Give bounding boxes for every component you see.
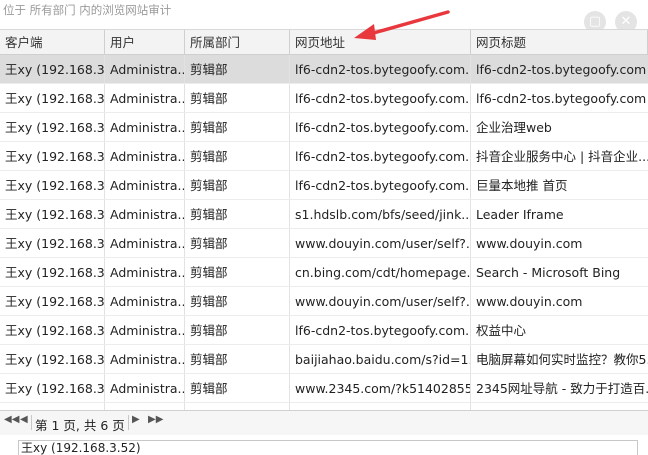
cell-client: 王xy (192.168.3... [0,258,105,286]
pagination-bar: ◀◀ ◀ 第 1 页, 共 6 页 ▶ ▶▶ [0,410,648,435]
cell-client: 王xy (192.168.3... [0,171,105,199]
annotation-arrow [354,10,450,40]
cell-url: lf6-cdn2-tos.bytegoofy.com... [290,84,471,112]
cell-title: 电脑屏幕如何实时监控？教你5... [476,352,648,367]
title-bar: 位于 所有部门 内的浏览网站审计 ▢ ✕ [0,0,648,33]
cell-url: www.2345.com/?k51402855 [290,374,471,402]
audit-table: 客户端 用户 所属部门 网页地址 网页标题 王xy (192.168.3...A… [0,29,648,411]
pager-divider [31,415,32,430]
table-row[interactable]: 王xy (192.168.3...Administra...剪辑部lf6-cdn… [0,142,648,171]
cell-url: lf6-cdn2-tos.bytegoofy.com... [290,171,471,199]
cell-client: 王xy (192.168.3... [0,84,105,112]
table-row[interactable]: 王xy (192.168.3...Administra...剪辑部lf6-cdn… [0,171,648,200]
cell-department: 剪辑部 [185,229,290,257]
cell-title: Search - Microsoft Bing [476,265,621,280]
cell-department: 剪辑部 [185,287,290,315]
cell-user: Administra... [105,374,185,402]
cell-url: www.douyin.com/user/self?... [290,229,471,257]
cell-title: Leader Iframe [476,207,564,222]
cell-title: lf6-cdn2-tos.bytegoofy.com [476,91,647,106]
cell-client: 王xy (192.168.3... [0,374,105,402]
cell-title: 巨量本地推 首页 [476,178,568,193]
next-page-icon[interactable]: ▶ [132,414,140,425]
cell-title: 抖音企业服务中心 | 抖音企业... [476,149,648,164]
cell-client: 王xy (192.168.3... [0,316,105,344]
cell-title: lf6-cdn2-tos.bytegoofy.com [476,62,647,77]
cell-client: 王xy (192.168.3... [0,229,105,257]
cell-user: Administra... [105,200,185,228]
cell-url: lf6-cdn2-tos.bytegoofy.com... [290,113,471,141]
cell-user: Administra... [105,229,185,257]
table-row[interactable]: 王xy (192.168.3...Administra...剪辑部lf6-cdn… [0,316,648,345]
table-row[interactable]: 王xy (192.168.3...Administra...剪辑部lf6-cdn… [0,84,648,113]
cell-client: 王xy (192.168.3... [0,113,105,141]
cell-client: 王xy (192.168.3... [0,55,105,83]
cell-user: Administra... [105,258,185,286]
table-row[interactable]: 王xy (192.168.3...Administra...剪辑部lf6-cdn… [0,55,648,84]
cell-department: 剪辑部 [185,55,290,83]
cell-url: www.douyin.com/user/self?... [290,287,471,315]
cell-department: 剪辑部 [185,374,290,402]
cell-user: Administra... [105,171,185,199]
cell-url: lf6-cdn2-tos.bytegoofy.com... [290,55,471,83]
column-header-user[interactable]: 用户 [105,30,185,54]
cell-department: 剪辑部 [185,316,290,344]
cell-user: Administra... [105,287,185,315]
cell-department: 剪辑部 [185,258,290,286]
first-page-icon[interactable]: ◀◀ [4,414,19,425]
table-row[interactable]: 王xy (192.168.3...Administra...剪辑部www.234… [0,374,648,403]
cell-title: 2345网址导航 - 致力于打造百... [476,381,648,396]
table-row[interactable]: 王xy (192.168.3...Administra...剪辑部s1.hdsl… [0,200,648,229]
table-row[interactable]: 王xy (192.168.3...Administra...剪辑部baijiah… [0,345,648,374]
pager-divider [128,415,129,430]
window-title: 位于 所有部门 内的浏览网站审计 [3,3,172,17]
column-header-client[interactable]: 客户端 [0,30,105,54]
cell-user: Administra... [105,142,185,170]
cell-user: Administra... [105,84,185,112]
table-row[interactable]: 王xy (192.168.3...Administra...剪辑部www.dou… [0,229,648,258]
cell-user: Administra... [105,55,185,83]
table-row[interactable]: 王xy (192.168.3...Administra...剪辑部lf6-cdn… [0,113,648,142]
cell-title: 权益中心 [476,323,527,338]
cell-title: 企业治理web [476,120,552,135]
status-field: 王xy (192.168.3.52) [18,440,638,455]
previous-page-icon[interactable]: ◀ [20,414,28,425]
cell-client: 王xy (192.168.3... [0,142,105,170]
cell-department: 剪辑部 [185,84,290,112]
cell-url: lf6-cdn2-tos.bytegoofy.com... [290,316,471,344]
table-header: 客户端 用户 所属部门 网页地址 网页标题 [0,30,648,55]
table-row[interactable]: 王xy (192.168.3...Administra...剪辑部www.dou… [0,287,648,316]
cell-client: 王xy (192.168.3... [0,200,105,228]
cell-url: cn.bing.com/cdt/homepage... [290,258,471,286]
cell-department: 剪辑部 [185,113,290,141]
page-indicator: 第 1 页, 共 6 页 [35,418,125,433]
cell-url: baijiahao.baidu.com/s?id=1... [290,345,471,373]
last-page-icon[interactable]: ▶▶ [148,414,163,425]
column-header-title[interactable]: 网页标题 [471,30,648,54]
cell-title: www.douyin.com [476,294,583,309]
cell-department: 剪辑部 [185,142,290,170]
cell-url: lf6-cdn2-tos.bytegoofy.com... [290,142,471,170]
cell-user: Administra... [105,316,185,344]
column-header-department[interactable]: 所属部门 [185,30,290,54]
cell-user: Administra... [105,345,185,373]
cell-user: Administra... [105,113,185,141]
cell-department: 剪辑部 [185,200,290,228]
cell-client: 王xy (192.168.3... [0,287,105,315]
cell-department: 剪辑部 [185,345,290,373]
cell-department: 剪辑部 [185,171,290,199]
cell-client: 王xy (192.168.3... [0,345,105,373]
table-row[interactable]: 王xy (192.168.3...Administra...剪辑部cn.bing… [0,258,648,287]
cell-url: s1.hdslb.com/bfs/seed/jink... [290,200,471,228]
cell-title: www.douyin.com [476,236,583,251]
